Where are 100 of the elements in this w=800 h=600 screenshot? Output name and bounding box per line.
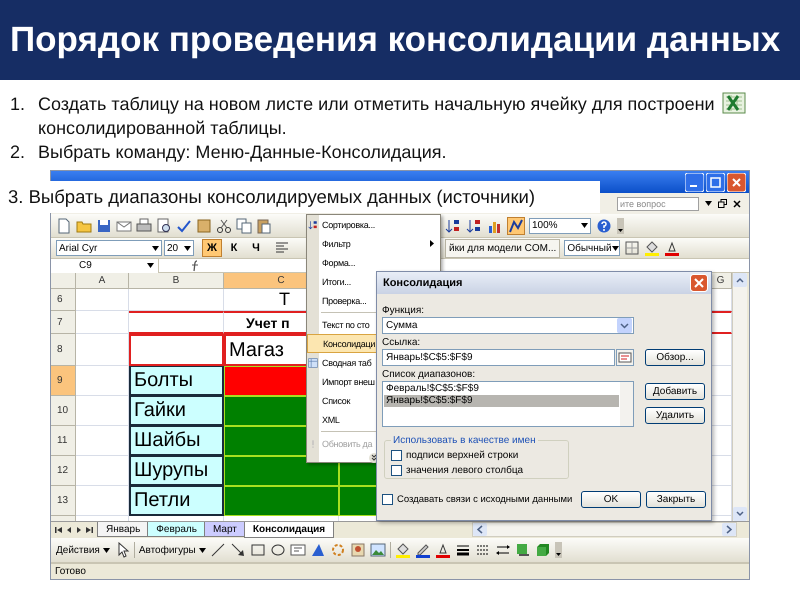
row-header[interactable]: 9: [51, 366, 76, 396]
first-sheet-icon[interactable]: [55, 526, 63, 534]
row-header[interactable]: 11: [51, 426, 76, 456]
name-box[interactable]: C9: [51, 258, 159, 272]
printer-icon[interactable]: [136, 218, 152, 234]
browse-button[interactable]: Обзор...: [645, 349, 705, 366]
add-button[interactable]: Добавить: [645, 383, 705, 400]
row-header[interactable]: 6: [51, 289, 76, 311]
font-dropdown[interactable]: Arial Cyr: [56, 240, 162, 256]
last-sheet-icon[interactable]: [85, 526, 93, 534]
next-sheet-icon[interactable]: [75, 526, 83, 534]
delete-button[interactable]: Удалить: [645, 407, 705, 424]
sheet-tab[interactable]: Январь: [97, 522, 150, 537]
help-field[interactable]: ите вопрос: [617, 196, 699, 210]
ranges-list[interactable]: Февраль!$C$5:$F$9 Январь!$C$5:$F$9: [382, 381, 634, 427]
shadow-icon[interactable]: [514, 542, 531, 558]
help-icon[interactable]: [596, 218, 612, 234]
book-icon[interactable]: [196, 218, 212, 234]
menu-item[interactable]: Фильтр: [307, 234, 440, 253]
checkbox[interactable]: [391, 450, 402, 461]
borders-icon[interactable]: [624, 240, 640, 256]
vertical-scrollbar[interactable]: [732, 273, 747, 521]
dropdown-arrow-icon[interactable]: [705, 201, 712, 206]
check-icon[interactable]: [176, 218, 192, 234]
row-header[interactable]: 8: [51, 334, 76, 366]
image-icon[interactable]: [370, 542, 386, 558]
ok-button[interactable]: OK: [581, 491, 641, 508]
print-preview-icon[interactable]: [156, 218, 172, 234]
scissors-icon[interactable]: [216, 218, 232, 234]
list-item[interactable]: Февраль!$C$5:$F$9: [384, 383, 619, 395]
fill-color-icon[interactable]: [644, 240, 660, 256]
format-button[interactable]: Ч: [246, 239, 266, 257]
menu-item[interactable]: Форма...: [307, 253, 440, 272]
text-box-icon[interactable]: [290, 542, 306, 558]
oval-icon[interactable]: [270, 542, 286, 558]
arrow-style-icon[interactable]: [494, 542, 511, 558]
format-button[interactable]: К: [224, 239, 244, 257]
save-icon[interactable]: [96, 218, 112, 234]
format-button[interactable]: Ж: [202, 239, 222, 257]
dropdown-arrow-icon[interactable]: [184, 246, 191, 250]
horizontal-scrollbar[interactable]: [472, 522, 737, 537]
font-color-icon[interactable]: [664, 240, 680, 256]
font-size-dropdown[interactable]: 20: [164, 240, 194, 256]
sort-descending-icon[interactable]: [466, 218, 482, 234]
font-color-icon[interactable]: [434, 542, 451, 558]
scroll-up-icon[interactable]: [733, 273, 747, 287]
line-icon[interactable]: [210, 542, 226, 558]
checkbox[interactable]: [382, 494, 393, 505]
scroll-down-icon[interactable]: [733, 507, 747, 521]
close-icon[interactable]: [733, 200, 741, 208]
slide-title: Порядок проведения консолидации данных: [10, 20, 780, 60]
triangle-icon[interactable]: [310, 542, 326, 558]
row-header[interactable]: 7: [51, 311, 76, 334]
scroll-right-icon[interactable]: [722, 523, 736, 536]
toolbar-options-icon[interactable]: [554, 542, 562, 558]
dropdown-arrow-icon[interactable]: [102, 548, 110, 552]
dropdown-arrow-icon[interactable]: [152, 246, 159, 250]
clip-art-icon[interactable]: [350, 542, 366, 558]
sheet-tab[interactable]: Февраль: [147, 522, 206, 537]
drawing-icon[interactable]: [508, 218, 524, 234]
style-dropdown[interactable]: Обычный: [564, 240, 620, 256]
collapse-dialog-icon[interactable]: [616, 349, 634, 366]
rectangle-icon[interactable]: [250, 542, 266, 558]
function-dropdown[interactable]: Сумма: [382, 317, 634, 334]
sheet-tab[interactable]: Консолидация: [244, 522, 334, 538]
menu-item[interactable]: Сортировка...: [307, 215, 440, 234]
checkbox[interactable]: [391, 465, 402, 476]
previous-sheet-icon[interactable]: [65, 526, 73, 534]
dropdown-arrow-icon[interactable]: [147, 263, 154, 268]
dropdown-arrow-icon[interactable]: [581, 223, 588, 228]
zoom-dropdown[interactable]: 100%: [529, 218, 591, 234]
column-header[interactable]: G: [710, 273, 732, 289]
autoshapes-menu[interactable]: Автофигуры: [138, 544, 206, 556]
dropdown-arrow-icon[interactable]: [198, 548, 206, 552]
column-header[interactable]: B: [129, 273, 224, 289]
row-header[interactable]: 10: [51, 396, 76, 426]
arrow-icon[interactable]: [230, 542, 246, 558]
line-color-icon[interactable]: [414, 542, 431, 558]
close-button[interactable]: Закрыть: [646, 491, 706, 508]
maximize-icon[interactable]: [706, 172, 725, 192]
copy-icon[interactable]: [236, 218, 252, 234]
reference-field[interactable]: Январь!$C$5:$F$9: [382, 349, 615, 366]
toolbar-options-icon[interactable]: [617, 218, 624, 234]
column-header[interactable]: A: [76, 273, 129, 289]
diagram-icon[interactable]: [330, 542, 346, 558]
3d-icon[interactable]: [534, 542, 551, 558]
row-header[interactable]: 12: [51, 456, 76, 486]
scroll-left-icon[interactable]: [473, 523, 487, 536]
sort-ascending-icon[interactable]: [445, 218, 461, 234]
fill-color-icon[interactable]: [394, 542, 411, 558]
row-header[interactable]: 13: [51, 486, 76, 516]
actions-menu[interactable]: Действия: [56, 544, 110, 556]
paste-icon[interactable]: [256, 218, 272, 234]
dropdown-arrow-icon[interactable]: [612, 246, 619, 250]
sheet-tab[interactable]: Март: [204, 522, 246, 537]
restore-icon[interactable]: [718, 199, 727, 208]
toolbar-button[interactable]: йки для модели COM...: [445, 238, 560, 258]
document-icon[interactable]: [56, 218, 72, 234]
minimize-icon[interactable]: [685, 172, 704, 192]
list-item[interactable]: Январь!$C$5:$F$9: [384, 395, 619, 407]
